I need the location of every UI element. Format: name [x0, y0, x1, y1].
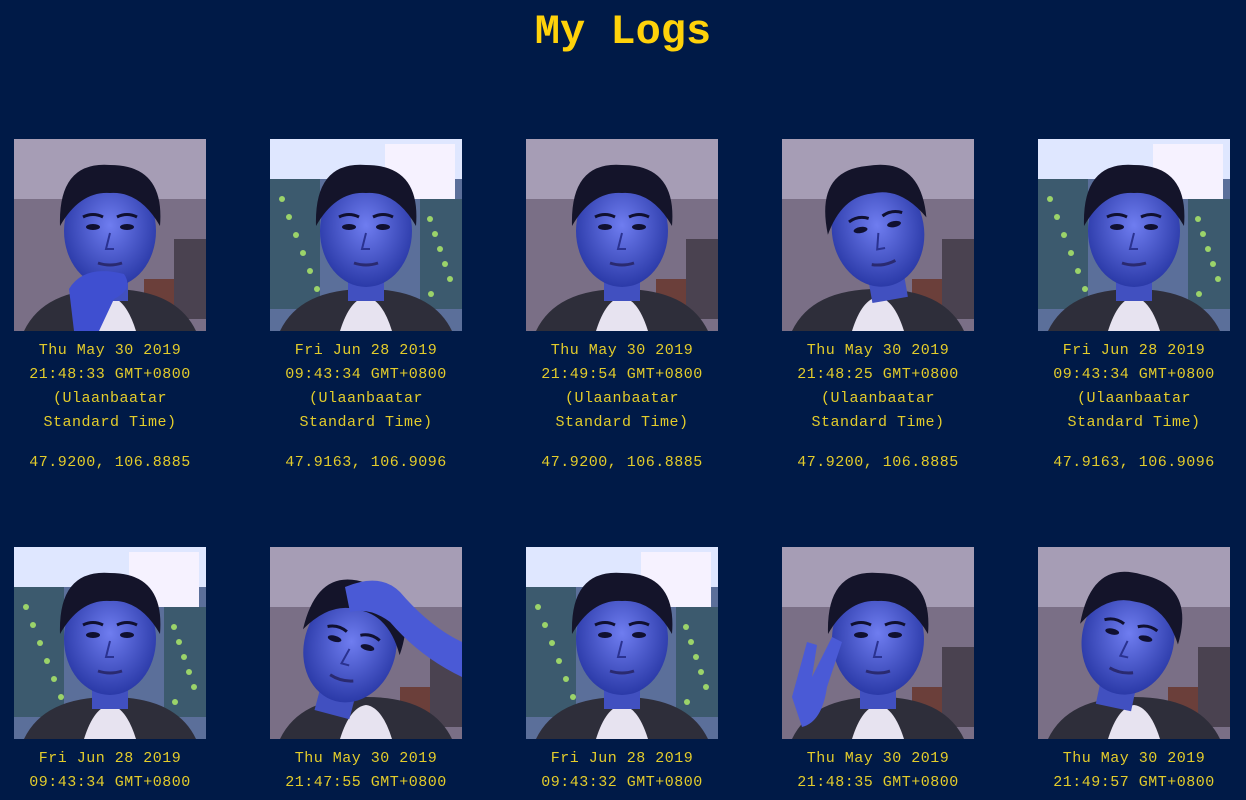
log-timezone-line2: Standard Time) — [43, 414, 177, 431]
log-photo[interactable] — [270, 547, 462, 739]
log-photo[interactable] — [1038, 139, 1230, 331]
log-timezone-line1: (Ulaanbaatar — [52, 390, 168, 407]
log-timezone-line1: (Ulaanbaatar — [308, 390, 424, 407]
log-time: 09:43:32 GMT+0800 — [541, 774, 703, 791]
log-date: Fri Jun 28 2019 — [294, 342, 438, 359]
log-timezone-line1: (Ulaanbaatar — [820, 390, 936, 407]
log-card[interactable]: Fri Jun 28 2019 09:43:34 GMT+0800 (Ulaan… — [1029, 139, 1239, 475]
log-timezone-line1: (Ulaanbaatar — [1076, 390, 1192, 407]
log-photo[interactable] — [1038, 547, 1230, 739]
log-time: 21:49:54 GMT+0800 — [541, 366, 703, 383]
log-card[interactable]: Fri Jun 28 2019 09:43:34 GMT+0800 — [5, 547, 215, 795]
log-timestamp: Fri Jun 28 2019 09:43:34 GMT+0800 (Ulaan… — [261, 339, 471, 435]
log-coordinates: 47.9200, 106.8885 — [541, 454, 703, 471]
log-card[interactable]: Thu May 30 2019 21:49:54 GMT+0800 (Ulaan… — [517, 139, 727, 475]
log-timestamp: Fri Jun 28 2019 09:43:32 GMT+0800 — [517, 747, 727, 795]
log-card[interactable]: Thu May 30 2019 21:49:57 GMT+0800 — [1029, 547, 1239, 795]
log-timestamp: Thu May 30 2019 21:48:33 GMT+0800 (Ulaan… — [5, 339, 215, 435]
log-date: Fri Jun 28 2019 — [38, 750, 182, 767]
log-card[interactable]: Thu May 30 2019 21:48:25 GMT+0800 (Ulaan… — [773, 139, 983, 475]
log-card[interactable]: Fri Jun 28 2019 09:43:32 GMT+0800 — [517, 547, 727, 795]
log-photo[interactable] — [270, 139, 462, 331]
log-coordinates: 47.9163, 106.9096 — [285, 454, 447, 471]
logs-grid: Thu May 30 2019 21:48:33 GMT+0800 (Ulaan… — [0, 0, 1246, 800]
log-time: 21:49:57 GMT+0800 — [1053, 774, 1215, 791]
log-photo[interactable] — [782, 139, 974, 331]
log-timestamp: Fri Jun 28 2019 09:43:34 GMT+0800 (Ulaan… — [1029, 339, 1239, 435]
log-timezone-line2: Standard Time) — [299, 414, 433, 431]
log-date: Fri Jun 28 2019 — [1062, 342, 1206, 359]
log-time: 21:48:33 GMT+0800 — [29, 366, 191, 383]
log-date: Thu May 30 2019 — [1062, 750, 1206, 767]
log-coordinates: 47.9163, 106.9096 — [1053, 454, 1215, 471]
log-photo[interactable] — [14, 139, 206, 331]
log-timestamp: Fri Jun 28 2019 09:43:34 GMT+0800 — [5, 747, 215, 795]
log-photo[interactable] — [782, 547, 974, 739]
log-timestamp: Thu May 30 2019 21:49:57 GMT+0800 — [1029, 747, 1239, 795]
log-card[interactable]: Fri Jun 28 2019 09:43:34 GMT+0800 (Ulaan… — [261, 139, 471, 475]
log-card[interactable]: Thu May 30 2019 21:48:33 GMT+0800 (Ulaan… — [5, 139, 215, 475]
log-date: Thu May 30 2019 — [806, 342, 950, 359]
log-timezone-line2: Standard Time) — [555, 414, 689, 431]
log-photo[interactable] — [526, 547, 718, 739]
log-timestamp: Thu May 30 2019 21:48:25 GMT+0800 (Ulaan… — [773, 339, 983, 435]
log-timezone-line2: Standard Time) — [811, 414, 945, 431]
log-date: Thu May 30 2019 — [38, 342, 182, 359]
log-date: Thu May 30 2019 — [806, 750, 950, 767]
log-card[interactable]: Thu May 30 2019 21:48:35 GMT+0800 — [773, 547, 983, 795]
log-timezone-line2: Standard Time) — [1067, 414, 1201, 431]
log-date: Thu May 30 2019 — [550, 342, 694, 359]
log-photo[interactable] — [14, 547, 206, 739]
log-time: 21:48:25 GMT+0800 — [797, 366, 959, 383]
log-coordinates: 47.9200, 106.8885 — [797, 454, 959, 471]
log-timezone-line1: (Ulaanbaatar — [564, 390, 680, 407]
log-date: Fri Jun 28 2019 — [550, 750, 694, 767]
log-time: 21:48:35 GMT+0800 — [797, 774, 959, 791]
log-timestamp: Thu May 30 2019 21:49:54 GMT+0800 (Ulaan… — [517, 339, 727, 435]
log-date: Thu May 30 2019 — [294, 750, 438, 767]
log-time: 09:43:34 GMT+0800 — [1053, 366, 1215, 383]
log-timestamp: Thu May 30 2019 21:48:35 GMT+0800 — [773, 747, 983, 795]
log-time: 09:43:34 GMT+0800 — [285, 366, 447, 383]
log-time: 09:43:34 GMT+0800 — [29, 774, 191, 791]
log-coordinates: 47.9200, 106.8885 — [29, 454, 191, 471]
log-photo[interactable] — [526, 139, 718, 331]
log-timestamp: Thu May 30 2019 21:47:55 GMT+0800 — [261, 747, 471, 795]
log-card[interactable]: Thu May 30 2019 21:47:55 GMT+0800 — [261, 547, 471, 795]
log-time: 21:47:55 GMT+0800 — [285, 774, 447, 791]
